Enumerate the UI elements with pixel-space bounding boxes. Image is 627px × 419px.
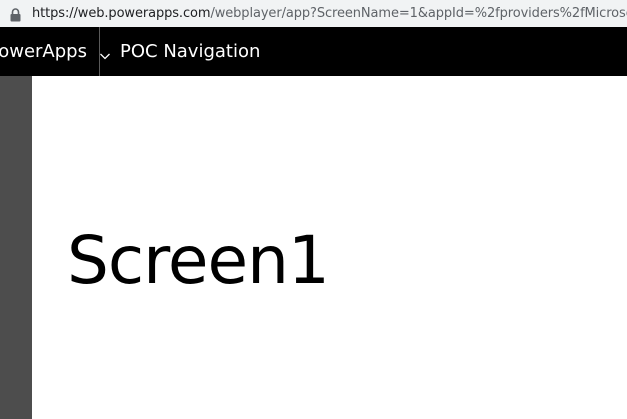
url-path: /webplayer/app?ScreenName=1&appId=%2fpro…	[210, 6, 627, 21]
screen-title-label: Screen1	[67, 222, 330, 299]
brand-label: PowerApps	[0, 41, 87, 62]
left-rail	[0, 76, 32, 419]
lock-icon	[10, 7, 21, 21]
browser-address-bar[interactable]: https://web.powerapps.com/webplayer/app?…	[0, 0, 627, 27]
app-canvas: Screen1	[32, 76, 627, 419]
app-title: POC Navigation	[120, 41, 261, 62]
app-header: PowerApps POC Navigation	[0, 27, 627, 76]
app-switcher-button[interactable]: PowerApps	[0, 27, 111, 76]
url-text[interactable]: https://web.powerapps.com/webplayer/app?…	[32, 6, 627, 21]
url-host: https://web.powerapps.com	[32, 6, 211, 21]
chevron-down-icon	[99, 46, 111, 59]
header-divider	[99, 27, 100, 76]
